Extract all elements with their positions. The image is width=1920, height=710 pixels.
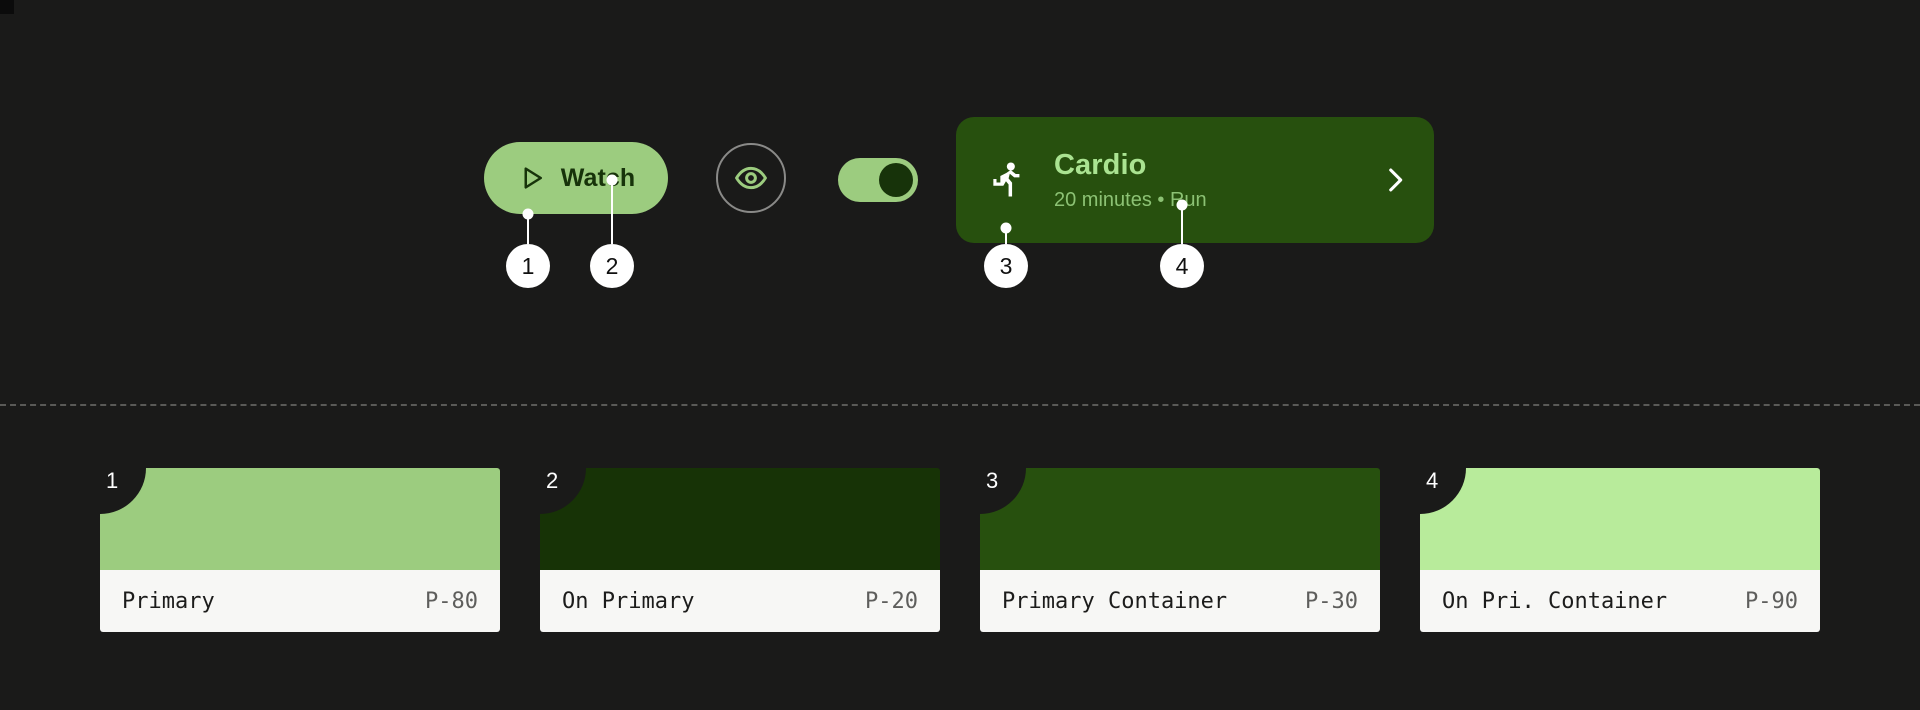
watch-button[interactable]: Watch (484, 142, 668, 214)
visibility-toggle-button[interactable] (716, 143, 786, 213)
activity-card-title: Cardio (1054, 149, 1147, 182)
swatch-label-bar: On Pri. Container P-90 (1420, 570, 1820, 632)
swatch-role-name: Primary Container (1002, 588, 1228, 614)
swatch-role-name: On Pri. Container (1442, 588, 1668, 614)
callout-4-leader-line (1181, 205, 1183, 244)
swatch-role-name: On Primary (562, 588, 695, 614)
callout-3: 3 (984, 222, 1028, 288)
swatch-token: P-80 (425, 588, 478, 614)
enabled-switch[interactable] (838, 158, 918, 202)
swatch-label-bar: On Primary P-20 (540, 570, 940, 632)
callout-3-leader-line (1005, 228, 1007, 244)
callout-4: 4 (1160, 199, 1204, 288)
color-swatch[interactable]: 1 Primary P-80 (100, 468, 500, 632)
swatch-token: P-30 (1305, 588, 1358, 614)
play-triangle-icon (517, 163, 547, 193)
swatch-color-chip (1420, 468, 1820, 570)
callout-1-leader-line (527, 214, 529, 244)
swatch-label-bar: Primary P-80 (100, 570, 500, 632)
chevron-right-icon[interactable] (1378, 163, 1412, 197)
swatch-token: P-20 (865, 588, 918, 614)
switch-thumb (879, 163, 913, 197)
swatch-label-bar: Primary Container P-30 (980, 570, 1380, 632)
swatch-color-chip (100, 468, 500, 570)
swatch-color-chip (540, 468, 940, 570)
color-swatch[interactable]: 4 On Pri. Container P-90 (1420, 468, 1820, 632)
swatch-token: P-90 (1745, 588, 1798, 614)
callout-4-badge: 4 (1160, 244, 1204, 288)
section-divider (0, 404, 1920, 406)
callout-2-badge: 2 (590, 244, 634, 288)
running-person-icon (986, 159, 1028, 201)
color-swatch-row: 1 Primary P-80 2 On Primary P-20 3 Prima… (100, 468, 1860, 632)
callout-1-badge: 1 (506, 244, 550, 288)
color-swatch[interactable]: 2 On Primary P-20 (540, 468, 940, 632)
color-swatch[interactable]: 3 Primary Container P-30 (980, 468, 1380, 632)
activity-card-text: Cardio 20 minutes • Run (1054, 148, 1352, 211)
eye-icon (734, 161, 768, 195)
callout-1: 1 (506, 208, 550, 288)
swatch-color-chip (980, 468, 1380, 570)
component-demo-row: Watch Cardio 20 minutes • Run 1 2 3 4 (0, 0, 1920, 405)
color-role-reference-board: Watch Cardio 20 minutes • Run 1 2 3 4 1 … (0, 0, 1920, 710)
callout-2-leader-line (611, 180, 613, 244)
callout-2: 2 (590, 174, 634, 288)
swatch-role-name: Primary (122, 588, 215, 614)
callout-3-badge: 3 (984, 244, 1028, 288)
